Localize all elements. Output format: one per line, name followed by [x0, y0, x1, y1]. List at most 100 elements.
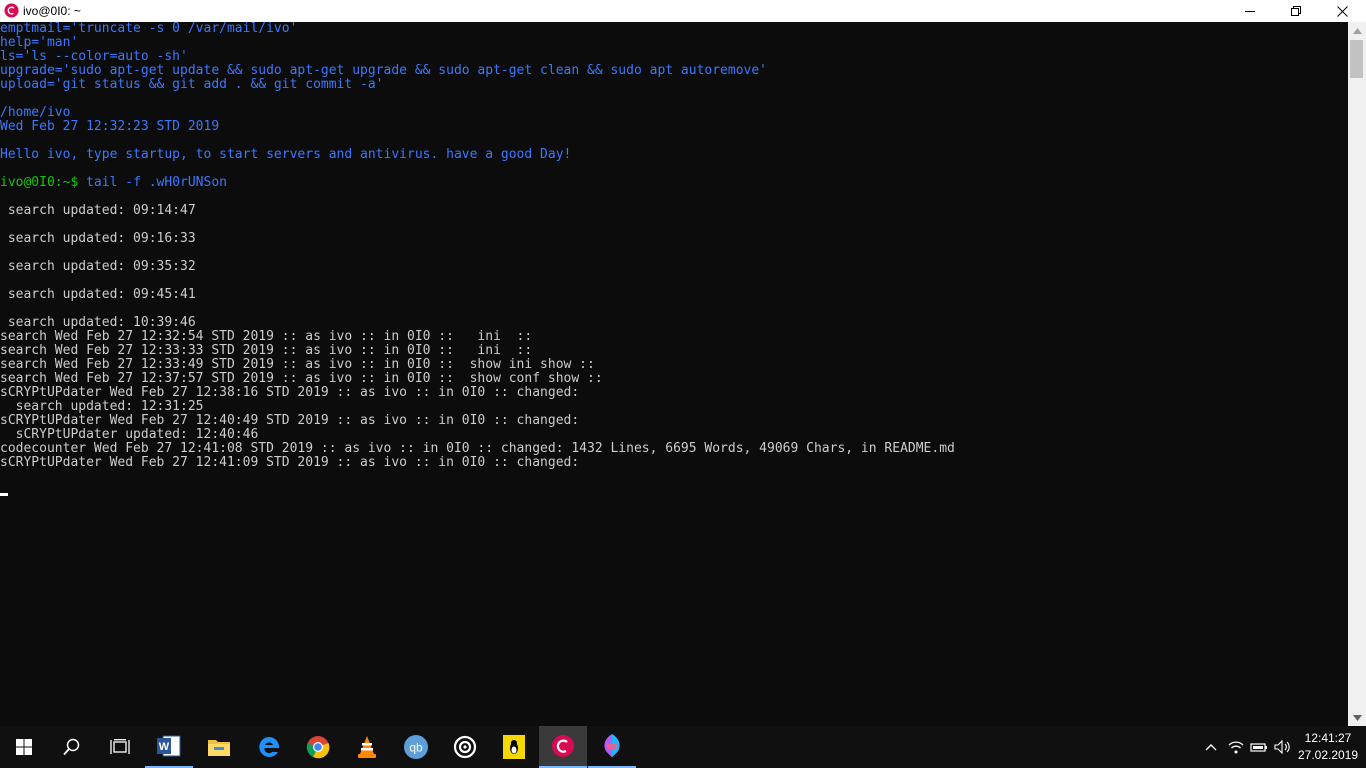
word-taskbar-item[interactable]: W	[145, 726, 193, 768]
terminal-line-text: sCRYPtUPdater Wed Feb 27 12:40:49 STD 20…	[0, 413, 580, 428]
terminal-line-text: tail -f .wH0rUNSon	[78, 175, 227, 190]
terminal-output[interactable]: emptmail='truncate -s 0 /var/mail/ivo' he…	[0, 22, 1348, 726]
clock-time: 12:41:27	[1304, 731, 1352, 745]
taskbar: W qb 12:41:27 27.02.2019	[0, 726, 1366, 768]
terminal-line: search Wed Feb 27 12:37:57 STD 2019 :: a…	[0, 372, 1348, 386]
minimize-button[interactable]	[1227, 0, 1273, 22]
terminal-line: emptmail='truncate -s 0 /var/mail/ivo'	[0, 22, 1348, 36]
svg-text:qb: qb	[409, 741, 423, 755]
maximize-button[interactable]	[1273, 0, 1319, 22]
volume-icon	[1274, 740, 1290, 754]
terminal-line-text: help='man'	[0, 35, 79, 50]
network-tray-button[interactable]	[1225, 726, 1247, 768]
terminal-line: ls='ls --color=auto -sh'	[0, 50, 1348, 64]
terminal-line-text: sCRYPtUPdater Wed Feb 27 12:38:16 STD 20…	[0, 385, 580, 400]
shell-prompt: ivo@0I0:~$	[0, 175, 79, 190]
scroll-up-button[interactable]	[1348, 22, 1366, 39]
debian-swirl-icon	[552, 735, 574, 757]
terminal-line-text: search Wed Feb 27 12:37:57 STD 2019 :: a…	[0, 371, 603, 386]
target-app-taskbar-item[interactable]	[441, 726, 489, 768]
terminal-line: ivo@0I0:~$ tail -f .wH0rUNSon	[0, 176, 1348, 190]
vlc-taskbar-item[interactable]	[343, 726, 391, 768]
terminal-line: sCRYPtUPdater Wed Feb 27 12:41:09 STD 20…	[0, 456, 1348, 470]
show-hidden-icons-button[interactable]	[1200, 726, 1222, 768]
close-icon	[1336, 5, 1348, 17]
terminal-line-text: Hello ivo, type startup, to start server…	[0, 147, 572, 162]
cursor-line	[0, 484, 1348, 498]
terminal-line-text: search Wed Feb 27 12:33:49 STD 2019 :: a…	[0, 357, 595, 372]
qbittorrent-taskbar-item[interactable]: qb	[392, 726, 440, 768]
terminal-line: search Wed Feb 27 12:33:33 STD 2019 :: a…	[0, 344, 1348, 358]
terminal-line: search updated: 09:35:32	[0, 260, 1348, 274]
terminal-line: upgrade='sudo apt-get update && sudo apt…	[0, 64, 1348, 78]
scroll-down-arrow-icon	[1352, 714, 1362, 721]
folder-icon	[208, 740, 230, 756]
terminal-line-text: search updated: 09:14:47	[0, 203, 196, 218]
vlc-cone-icon	[358, 736, 376, 758]
terminal-line: search Wed Feb 27 12:32:54 STD 2019 :: a…	[0, 330, 1348, 344]
terminal-line-text: Wed Feb 27 12:32:23 STD 2019	[0, 119, 220, 134]
terminal-line-text: search Wed Feb 27 12:32:54 STD 2019 :: a…	[0, 329, 533, 344]
terminal-line: search updated: 09:45:41	[0, 288, 1348, 302]
battery-icon	[1250, 743, 1267, 752]
terminal-line-text: search updated: 09:45:41	[0, 287, 196, 302]
target-icon	[453, 735, 477, 759]
vertical-scrollbar[interactable]	[1348, 22, 1366, 726]
terminal-line-text: sCRYPtUPdater updated: 12:40:46	[0, 427, 259, 442]
terminal-line-text: ls='ls --color=auto -sh'	[0, 49, 188, 64]
terminal-line: search updated: 10:39:46	[0, 316, 1348, 330]
terminal-line: help='man'	[0, 36, 1348, 50]
terminal-line: search updated: 09:14:47	[0, 204, 1348, 218]
task-view-button[interactable]	[96, 726, 144, 768]
window-title-bar[interactable]: ivo@0I0: ~	[0, 0, 1366, 22]
volume-tray-button[interactable]	[1272, 726, 1294, 768]
debian-terminal-taskbar-item[interactable]	[539, 726, 587, 768]
task-view-icon	[110, 739, 130, 754]
file-explorer-taskbar-item[interactable]	[195, 726, 243, 768]
terminal-line-text: /home/ivo	[0, 105, 71, 120]
terminal-line: search updated: 09:16:33	[0, 232, 1348, 246]
terminal-line: Wed Feb 27 12:32:23 STD 2019	[0, 120, 1348, 134]
terminal-line-text: codecounter Wed Feb 27 12:41:08 STD 2019…	[0, 441, 955, 456]
chevron-up-icon	[1205, 744, 1217, 751]
terminal-line-text: upload='git status && git add . && git c…	[0, 77, 384, 92]
terminal-line-text: search updated: 10:39:46	[0, 315, 196, 330]
start-button[interactable]	[0, 726, 48, 768]
restore-icon	[1290, 5, 1301, 16]
terminal-line-text: sCRYPtUPdater Wed Feb 27 12:41:09 STD 20…	[0, 455, 580, 470]
paint-taskbar-item[interactable]	[588, 726, 636, 768]
scroll-thumb[interactable]	[1350, 40, 1363, 78]
scroll-down-button[interactable]	[1348, 709, 1366, 726]
search-button[interactable]	[48, 726, 96, 768]
terminal-line: search Wed Feb 27 12:33:49 STD 2019 :: a…	[0, 358, 1348, 372]
terminal-line: sCRYPtUPdater updated: 12:40:46	[0, 428, 1348, 442]
wifi-icon	[1228, 741, 1244, 754]
terminal-line-text: search Wed Feb 27 12:33:33 STD 2019 :: a…	[0, 343, 533, 358]
terminal-line: /home/ivo	[0, 106, 1348, 120]
battery-tray-button[interactable]	[1248, 726, 1270, 768]
chrome-icon	[306, 736, 330, 759]
scroll-up-arrow-icon	[1352, 27, 1362, 34]
linux-app-taskbar-item[interactable]	[490, 726, 538, 768]
qbittorrent-icon: qb	[404, 735, 428, 759]
debian-swirl-icon	[4, 3, 19, 18]
edge-taskbar-item[interactable]	[245, 726, 293, 768]
terminal-line: sCRYPtUPdater Wed Feb 27 12:40:49 STD 20…	[0, 414, 1348, 428]
clock-date: 27.02.2019	[1297, 748, 1359, 762]
paint-drop-icon	[604, 734, 620, 758]
terminal-line-text: search updated: 09:35:32	[0, 259, 196, 274]
chrome-taskbar-item[interactable]	[294, 726, 342, 768]
terminal-line-text: search updated: 12:31:25	[0, 399, 204, 414]
windows-logo-icon	[16, 739, 32, 755]
svg-text:W: W	[159, 741, 170, 753]
terminal-line-text: upgrade='sudo apt-get update && sudo apt…	[0, 63, 768, 78]
taskbar-clock[interactable]: 12:41:27 27.02.2019	[1296, 730, 1360, 764]
close-button[interactable]	[1319, 0, 1365, 22]
